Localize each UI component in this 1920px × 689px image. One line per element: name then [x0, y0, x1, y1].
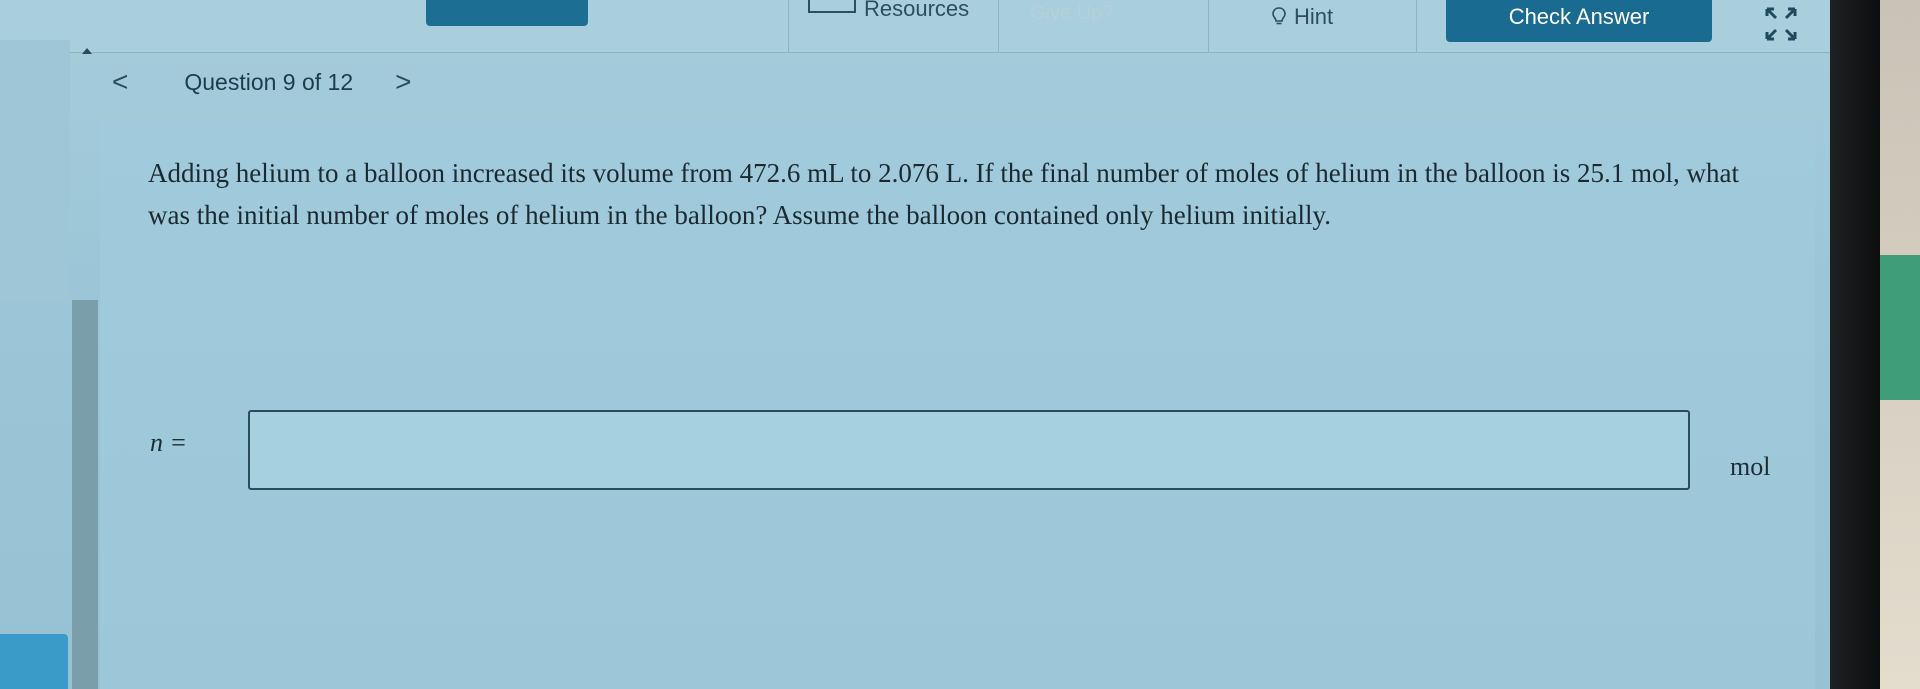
toolbar-divider — [998, 0, 999, 52]
check-answer-label: Check Answer — [1508, 4, 1650, 29]
hint-button[interactable]: Hint — [1272, 4, 1333, 30]
toolbar-divider — [1208, 0, 1209, 52]
collapse-up-icon[interactable] — [82, 48, 92, 54]
book-icon — [808, 0, 856, 13]
resources-button[interactable]: Resources — [808, 0, 969, 22]
lightbulb-icon — [1272, 7, 1286, 25]
give-up-label: Give Up? — [1030, 2, 1114, 24]
hint-label: Hint — [1294, 4, 1334, 29]
next-question-icon[interactable]: > — [395, 68, 411, 96]
background-object — [1880, 255, 1920, 400]
answer-unit: mol — [1730, 452, 1771, 481]
top-toolbar: Resources Give Up? Hint Check Answer — [0, 0, 1830, 53]
check-answer-button[interactable]: Check Answer — [1446, 0, 1712, 42]
resources-label: Resources — [864, 0, 970, 21]
toolbar-divider — [788, 0, 789, 52]
answer-input[interactable] — [248, 410, 1690, 490]
give-up-button[interactable]: Give Up? — [1030, 2, 1113, 25]
previous-question-icon[interactable]: < — [112, 68, 128, 96]
answer-variable-label: n = — [150, 428, 188, 457]
question-nav: < Question 9 of 12 > — [112, 68, 412, 96]
monitor-bezel — [1830, 0, 1880, 689]
score-button[interactable] — [426, 0, 588, 26]
side-tab[interactable] — [0, 634, 68, 689]
question-text: Adding helium to a balloon increased its… — [148, 158, 1739, 230]
toolbar-divider — [1416, 0, 1417, 52]
app-screen: Resources Give Up? Hint Check Answer < Q… — [0, 0, 1830, 689]
left-rail — [0, 40, 70, 300]
question-counter: Question 9 of 12 — [184, 68, 354, 95]
expand-icon[interactable] — [1764, 6, 1798, 42]
scrollbar-track[interactable] — [72, 300, 98, 689]
